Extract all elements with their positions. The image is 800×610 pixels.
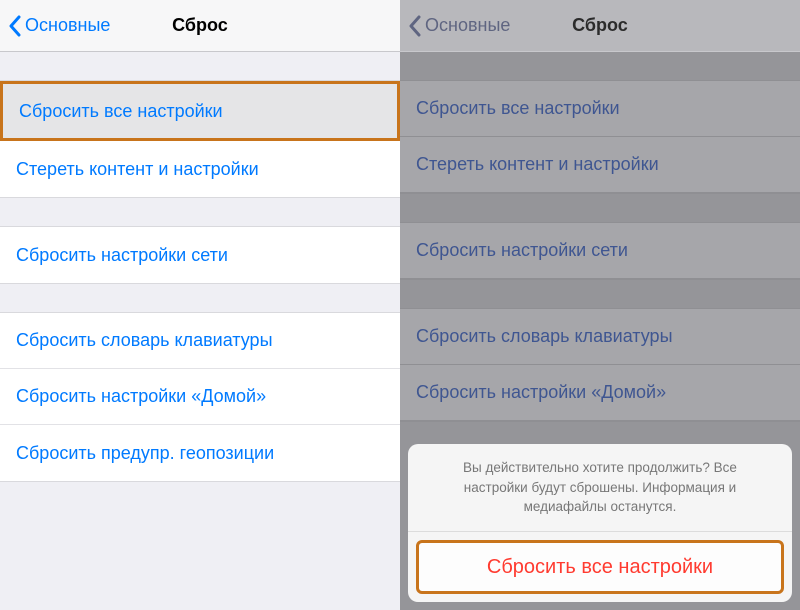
reset-keyboard-cell[interactable]: Сбросить словарь клавиатуры — [0, 313, 400, 369]
confirm-reset-label: Сбросить все настройки — [487, 556, 713, 579]
back-label: Основные — [425, 15, 510, 36]
navbar: Основные Сброс — [400, 0, 800, 52]
cell-label: Сбросить настройки «Домой» — [16, 386, 266, 407]
reset-network-cell[interactable]: Сбросить настройки сети — [400, 223, 800, 279]
page-title: Сброс — [572, 15, 628, 36]
content: Сбросить все настройки Стереть контент и… — [0, 52, 400, 610]
chevron-left-icon — [408, 15, 421, 37]
reset-home-cell[interactable]: Сбросить настройки «Домой» — [0, 369, 400, 425]
back-button[interactable]: Основные — [408, 15, 510, 37]
confirm-reset-button[interactable]: Сбросить все настройки — [416, 540, 784, 594]
cell-label: Сбросить все настройки — [416, 98, 620, 119]
navbar: Основные Сброс — [0, 0, 400, 52]
group-1: Сбросить все настройки Стереть контент и… — [0, 80, 400, 198]
cell-label: Сбросить словарь клавиатуры — [16, 330, 273, 351]
group-2: Сбросить настройки сети — [400, 222, 800, 280]
back-button[interactable]: Основные — [8, 15, 110, 37]
reset-home-cell[interactable]: Сбросить настройки «Домой» — [400, 365, 800, 421]
cell-label: Сбросить настройки «Домой» — [416, 382, 666, 403]
actionsheet: Вы действительно хотите продолжить? Все … — [400, 436, 800, 610]
reset-all-settings-cell[interactable]: Сбросить все настройки — [400, 81, 800, 137]
group-3: Сбросить словарь клавиатуры Сбросить нас… — [0, 312, 400, 482]
cell-label: Сбросить настройки сети — [416, 240, 628, 261]
cell-label: Стереть контент и настройки — [16, 159, 259, 180]
actionsheet-card: Вы действительно хотите продолжить? Все … — [408, 444, 792, 602]
cell-label: Сбросить все настройки — [19, 101, 223, 122]
cell-label: Сбросить настройки сети — [16, 245, 228, 266]
cell-label: Сбросить словарь клавиатуры — [416, 326, 673, 347]
erase-all-cell[interactable]: Стереть контент и настройки — [400, 137, 800, 193]
chevron-left-icon — [8, 15, 21, 37]
left-screen: Основные Сброс Сбросить все настройки Ст… — [0, 0, 400, 610]
reset-network-cell[interactable]: Сбросить настройки сети — [0, 227, 400, 283]
group-1: Сбросить все настройки Стереть контент и… — [400, 80, 800, 194]
reset-all-settings-cell[interactable]: Сбросить все настройки — [0, 81, 400, 141]
reset-keyboard-cell[interactable]: Сбросить словарь клавиатуры — [400, 309, 800, 365]
actionsheet-message: Вы действительно хотите продолжить? Все … — [408, 444, 792, 532]
reset-location-cell[interactable]: Сбросить предупр. геопозиции — [0, 425, 400, 481]
group-2: Сбросить настройки сети — [0, 226, 400, 284]
right-screen: Основные Сброс Сбросить все настройки Ст… — [400, 0, 800, 610]
back-label: Основные — [25, 15, 110, 36]
page-title: Сброс — [172, 15, 228, 36]
cell-label: Сбросить предупр. геопозиции — [16, 443, 274, 464]
group-3: Сбросить словарь клавиатуры Сбросить нас… — [400, 308, 800, 422]
cell-label: Стереть контент и настройки — [416, 154, 659, 175]
erase-all-cell[interactable]: Стереть контент и настройки — [0, 141, 400, 197]
